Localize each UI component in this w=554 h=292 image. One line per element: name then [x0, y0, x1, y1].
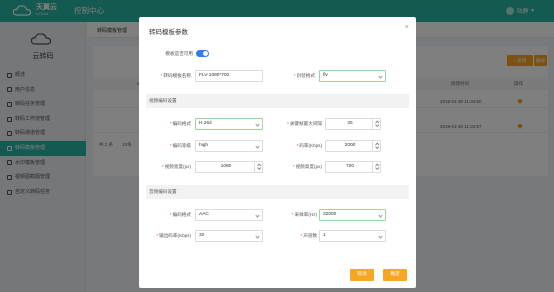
chevron-down-icon	[255, 143, 260, 149]
audio-codec-value: AAC	[199, 212, 209, 217]
stepper-arrows[interactable]	[254, 162, 262, 172]
chevron-down-icon	[378, 73, 383, 79]
required-mark: *	[293, 73, 296, 78]
container-format-label: *封装格式	[279, 73, 315, 79]
required-mark: *	[291, 212, 294, 217]
video-section-header: 视频编码设置	[146, 94, 409, 108]
video-width-label: *视频宽度(px)	[147, 164, 191, 170]
audio-codec-label: *编码格式	[151, 212, 191, 218]
confirm-button[interactable]: 确定	[383, 269, 407, 281]
chevron-down-icon	[255, 121, 260, 127]
stepper-arrows[interactable]	[372, 141, 380, 151]
stepper-arrows[interactable]	[372, 119, 380, 129]
video-width-value: 1080	[220, 164, 232, 169]
profile-value: high	[199, 143, 209, 148]
cancel-button[interactable]: 取消	[350, 269, 374, 281]
video-height-label: *视频高度(px)	[267, 164, 322, 170]
video-bitrate-value: 2000	[344, 143, 356, 148]
video-codec-label-text: 编码格式	[172, 121, 191, 126]
chevron-down-icon	[374, 123, 379, 128]
gop-value: 25	[347, 121, 353, 126]
required-mark: *	[156, 233, 159, 238]
chevron-down-icon	[255, 212, 260, 218]
enable-toggle[interactable]	[196, 50, 209, 57]
audio-section-title: 音频编码设置	[149, 189, 177, 194]
video-bitrate-label: *码率(Kbps)	[267, 143, 322, 149]
channels-select[interactable]: 1	[319, 230, 386, 242]
video-height-value: 720	[345, 164, 354, 169]
chevron-down-icon	[378, 233, 383, 239]
required-mark: *	[169, 212, 172, 217]
audio-bitrate-label-text: 输出码率(Kbps)	[159, 233, 191, 238]
dialog-title: 转码模板参数	[149, 29, 188, 36]
required-mark: *	[296, 143, 299, 148]
audio-codec-label-text: 编码格式	[172, 212, 191, 217]
sample-rate-value: 32000	[323, 212, 337, 217]
required-mark: *	[169, 121, 172, 126]
video-section-title: 视频编码设置	[149, 98, 177, 103]
video-width-stepper[interactable]: 1080	[195, 161, 263, 173]
required-mark: *	[161, 164, 164, 169]
required-mark: *	[300, 233, 303, 238]
chevron-down-icon	[374, 145, 379, 150]
channels-label-text: 声道数	[303, 233, 317, 238]
template-name-label-text: 转码模板名称	[163, 73, 191, 78]
gop-label-text: 关键帧最大间隔	[289, 121, 322, 126]
profile-label: *编码等级	[151, 143, 191, 149]
audio-codec-select[interactable]: AAC	[195, 209, 263, 221]
sample-rate-select[interactable]: 32000	[319, 209, 386, 221]
gop-label: *关键帧最大间隔	[267, 121, 322, 127]
audio-bitrate-value: 32	[199, 233, 205, 238]
video-height-label-text: 视频高度(px)	[295, 164, 322, 169]
template-params-dialog: 转码模板参数 × 模板是否可用 *转码模板名称 FLV-1080*702 *封装…	[139, 17, 416, 288]
video-codec-label: *编码格式	[151, 121, 191, 127]
profile-select[interactable]: high	[195, 140, 263, 152]
chevron-down-icon	[255, 233, 260, 239]
template-name-label: *转码模板名称	[143, 73, 191, 79]
video-width-label-text: 视频宽度(px)	[164, 164, 191, 169]
stepper-arrows[interactable]	[372, 162, 380, 172]
video-height-stepper[interactable]: 720	[325, 161, 381, 173]
required-mark: *	[292, 164, 295, 169]
video-bitrate-label-text: 码率(Kbps)	[299, 143, 322, 148]
chevron-down-icon	[256, 166, 261, 171]
close-icon[interactable]: ×	[405, 24, 409, 31]
enable-label: 模板是否可用	[165, 51, 193, 56]
container-format-select[interactable]: flv	[319, 70, 386, 82]
chevron-down-icon	[374, 166, 379, 171]
video-codec-value: H.264	[199, 121, 212, 126]
audio-section-header: 音频编码设置	[146, 185, 409, 199]
required-mark: *	[169, 143, 172, 148]
audio-bitrate-select[interactable]: 32	[195, 230, 263, 242]
chevron-down-icon	[378, 212, 383, 218]
channels-label: *声道数	[267, 233, 317, 239]
video-codec-select[interactable]: H.264	[195, 118, 263, 130]
container-format-label-text: 封装格式	[296, 73, 315, 78]
video-bitrate-stepper[interactable]: 2000	[325, 140, 381, 152]
audio-bitrate-label: *输出码率(Kbps)	[143, 233, 191, 239]
required-mark: *	[287, 121, 289, 126]
channels-value: 1	[323, 233, 326, 238]
container-format-value: flv	[323, 73, 328, 78]
sample-rate-label: *采样率(Hz)	[267, 212, 317, 218]
gop-stepper[interactable]: 25	[325, 118, 381, 130]
sample-rate-label-text: 采样率(Hz)	[294, 212, 317, 217]
template-name-input[interactable]: FLV-1080*702	[195, 70, 263, 82]
profile-label-text: 编码等级	[172, 143, 191, 148]
